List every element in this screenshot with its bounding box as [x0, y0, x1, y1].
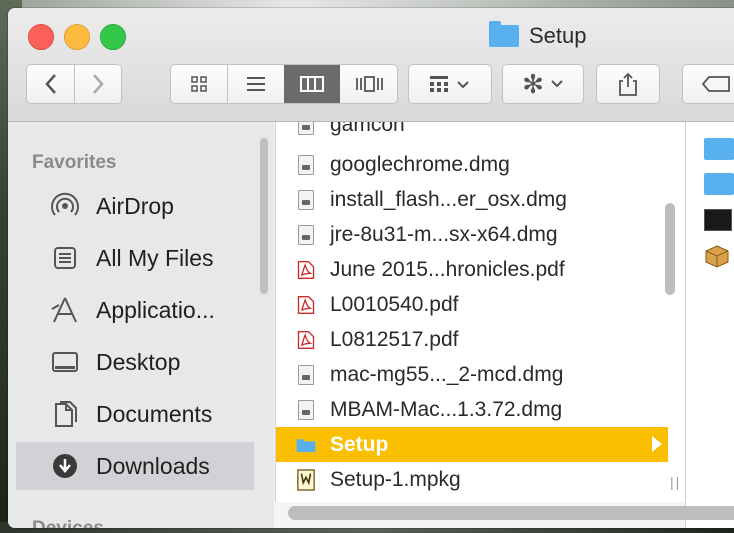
back-button[interactable] [27, 65, 74, 103]
pdf-file-icon [296, 327, 316, 353]
list-item[interactable]: googlechrome.dmg [276, 147, 668, 182]
icon-view-button[interactable] [171, 65, 227, 103]
file-name: L0010540.pdf [330, 292, 459, 316]
list-item[interactable]: jre-8u31-m...sx-x64.dmg [276, 217, 668, 252]
dmg-file-icon [296, 187, 316, 213]
file-name: gamcon [330, 122, 405, 136]
list-item[interactable]: Setup-1.mpkg [276, 462, 668, 497]
file-icon [296, 122, 316, 138]
view-mode-control [170, 64, 398, 104]
file-name: jre-8u31-m...sx-x64.dmg [330, 222, 558, 246]
chevron-right-icon [93, 74, 104, 94]
horizontal-scrollbar[interactable] [288, 506, 734, 520]
sidebar: Favorites AirDrop All My Files Applicati… [8, 122, 274, 528]
share-icon [619, 72, 637, 96]
file-name: June 2015...hronicles.pdf [330, 257, 565, 281]
sidebar-item-airdrop[interactable]: AirDrop [16, 182, 254, 230]
sidebar-item-label: AirDrop [96, 192, 174, 219]
sidebar-item-documents[interactable]: Documents [16, 390, 254, 438]
list-item[interactable]: L0812517.pdf [276, 322, 668, 357]
cover-flow-icon [356, 76, 383, 92]
sidebar-scrollbar[interactable] [260, 138, 268, 294]
dmg-file-icon [296, 222, 316, 248]
window-title: Setup [489, 21, 587, 50]
action-menu-button[interactable]: ✻ [502, 64, 584, 104]
downloads-icon [50, 451, 80, 481]
sidebar-item-label: Documents [96, 400, 213, 427]
file-name: Setup-1.mpkg [330, 467, 461, 491]
navigation-control [26, 64, 122, 104]
file-name: mac-mg55..._2-mcd.dmg [330, 362, 564, 386]
list-item[interactable]: June 2015...hronicles.pdf [276, 252, 668, 287]
folder-icon[interactable] [704, 138, 734, 160]
chevron-down-icon [551, 80, 563, 88]
edit-tags-button[interactable] [682, 64, 734, 104]
disclosure-arrow-icon [652, 436, 662, 452]
close-window-button[interactable] [28, 24, 54, 50]
sidebar-item-label: Desktop [96, 348, 181, 375]
applications-icon [50, 295, 80, 325]
sidebar-item-label: All My Files [96, 244, 214, 271]
column-view-button[interactable] [284, 65, 340, 103]
list-view-button[interactable] [228, 65, 284, 103]
arrange-icon [430, 76, 469, 92]
sidebar-item-label: Applicatio... [96, 296, 215, 323]
terminal-file-icon[interactable] [704, 209, 732, 231]
file-name: MBAM-Mac...1.3.72.dmg [330, 397, 563, 421]
tag-icon [701, 76, 730, 92]
cover-flow-view-button[interactable] [341, 65, 397, 103]
file-name: install_flash...er_osx.dmg [330, 187, 567, 211]
list-item[interactable]: mac-mg55..._2-mcd.dmg [276, 357, 668, 392]
all-my-files-icon [50, 243, 80, 273]
list-view-icon [247, 77, 265, 91]
file-name: googlechrome.dmg [330, 152, 510, 176]
pdf-file-icon [296, 292, 316, 318]
desktop-icon [50, 347, 80, 377]
sidebar-item-applications[interactable]: Applicatio... [16, 286, 254, 334]
sidebar-heading-devices: Devices [32, 518, 104, 528]
column-view-icon [300, 76, 324, 92]
airdrop-icon [50, 191, 80, 221]
window-title-text: Setup [529, 23, 587, 48]
sidebar-item-label: Downloads [96, 452, 210, 479]
pdf-file-icon [296, 257, 316, 283]
sidebar-heading-favorites: Favorites [32, 152, 117, 173]
dmg-file-icon [296, 152, 316, 178]
list-item-selected[interactable]: Setup [276, 427, 668, 462]
list-item[interactable]: install_flash...er_osx.dmg [276, 182, 668, 217]
share-button[interactable] [596, 64, 660, 104]
list-item[interactable]: MBAM-Mac...1.3.72.dmg [276, 392, 668, 427]
icon-view-icon [191, 76, 207, 92]
mpkg-file-icon [296, 467, 316, 493]
package-icon[interactable] [704, 244, 730, 268]
arrange-menu-button[interactable] [408, 64, 492, 104]
file-column: gamcon googlechrome.dmg install_flash...… [275, 122, 686, 502]
zoom-window-button[interactable] [100, 24, 126, 50]
file-name: L0812517.pdf [330, 327, 459, 351]
minimize-window-button[interactable] [64, 24, 90, 50]
folder-icon [489, 21, 519, 47]
file-name: Setup [330, 432, 389, 456]
sidebar-item-all-my-files[interactable]: All My Files [16, 234, 254, 282]
finder-window: Setup ✻ Favorites AirDrop All My Files A… [8, 8, 734, 528]
dmg-file-icon [296, 362, 316, 388]
folder-icon[interactable] [704, 173, 734, 195]
file-column-scrollbar[interactable] [665, 203, 675, 295]
documents-icon [50, 399, 80, 429]
column-resize-handle[interactable]: || [670, 474, 681, 490]
chevron-left-icon [44, 74, 56, 94]
folder-icon [296, 432, 316, 458]
sidebar-item-desktop[interactable]: Desktop [16, 338, 254, 386]
window-titlebar: Setup ✻ [8, 8, 734, 122]
sidebar-item-downloads[interactable]: Downloads [16, 442, 254, 490]
dmg-file-icon [296, 397, 316, 423]
forward-button[interactable] [75, 65, 121, 103]
list-item[interactable]: gamcon [276, 122, 668, 142]
gear-icon: ✻ [522, 68, 544, 99]
list-item[interactable]: L0010540.pdf [276, 287, 668, 322]
